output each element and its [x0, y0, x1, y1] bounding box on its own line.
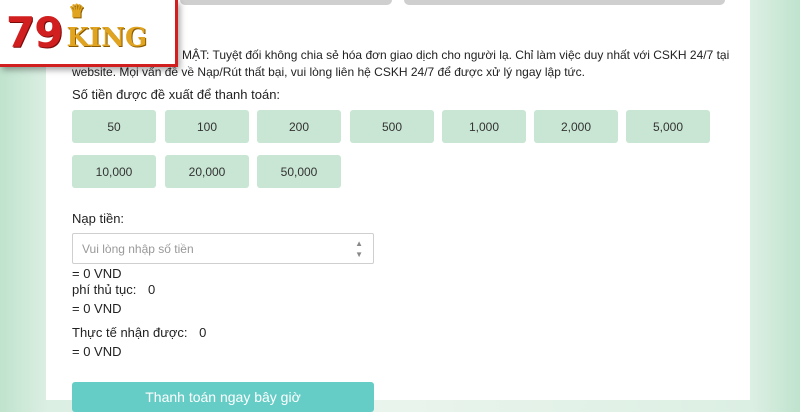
amount-button[interactable]: 1,000	[442, 110, 526, 143]
pay-now-button[interactable]: Thanh toán ngay bây giờ	[72, 382, 374, 412]
fee-row: phí thủ tục: 0	[72, 282, 155, 297]
logo-word: KING	[66, 23, 148, 53]
suggested-amounts-label: Số tiền được đề xuất để thanh toán:	[72, 87, 281, 102]
deposit-amount-input[interactable]: Vui lòng nhập số tiền ▲ ▼	[72, 233, 374, 264]
logo-word-wrap: ♛ KING	[66, 1, 148, 53]
received-converted: = 0 VND	[72, 344, 122, 359]
deposit-converted: = 0 VND	[72, 266, 122, 281]
number-spinner[interactable]: ▲ ▼	[355, 238, 363, 260]
amount-button[interactable]: 10,000	[72, 155, 156, 188]
amount-button[interactable]: 20,000	[165, 155, 249, 188]
received-label: Thực tế nhận được:	[72, 325, 188, 340]
top-tab-right[interactable]	[404, 0, 725, 5]
crown-icon: ♛	[68, 1, 85, 22]
amount-button[interactable]: 100	[165, 110, 249, 143]
fee-value: 0	[147, 282, 156, 297]
amount-button[interactable]: 50,000	[257, 155, 341, 188]
deposit-label: Nạp tiền:	[72, 211, 125, 226]
spinner-down-icon[interactable]: ▼	[355, 249, 363, 260]
amount-button[interactable]: 2,000	[534, 110, 618, 143]
amount-button[interactable]: 5,000	[626, 110, 710, 143]
amount-button[interactable]: 50	[72, 110, 156, 143]
spinner-up-icon[interactable]: ▲	[355, 238, 363, 249]
received-value: 0	[199, 325, 207, 340]
brand-logo[interactable]: 79 ♛ KING	[0, 0, 178, 67]
amount-button[interactable]: 500	[350, 110, 434, 143]
received-row: Thực tế nhận được: 0	[72, 325, 206, 340]
fee-converted: = 0 VND	[72, 301, 122, 316]
amount-button[interactable]: 200	[257, 110, 341, 143]
deposit-placeholder: Vui lòng nhập số tiền	[82, 241, 194, 256]
top-tab-left[interactable]	[180, 0, 392, 5]
logo-number: 79	[6, 7, 63, 57]
fee-label: phí thủ tục:	[72, 282, 137, 297]
